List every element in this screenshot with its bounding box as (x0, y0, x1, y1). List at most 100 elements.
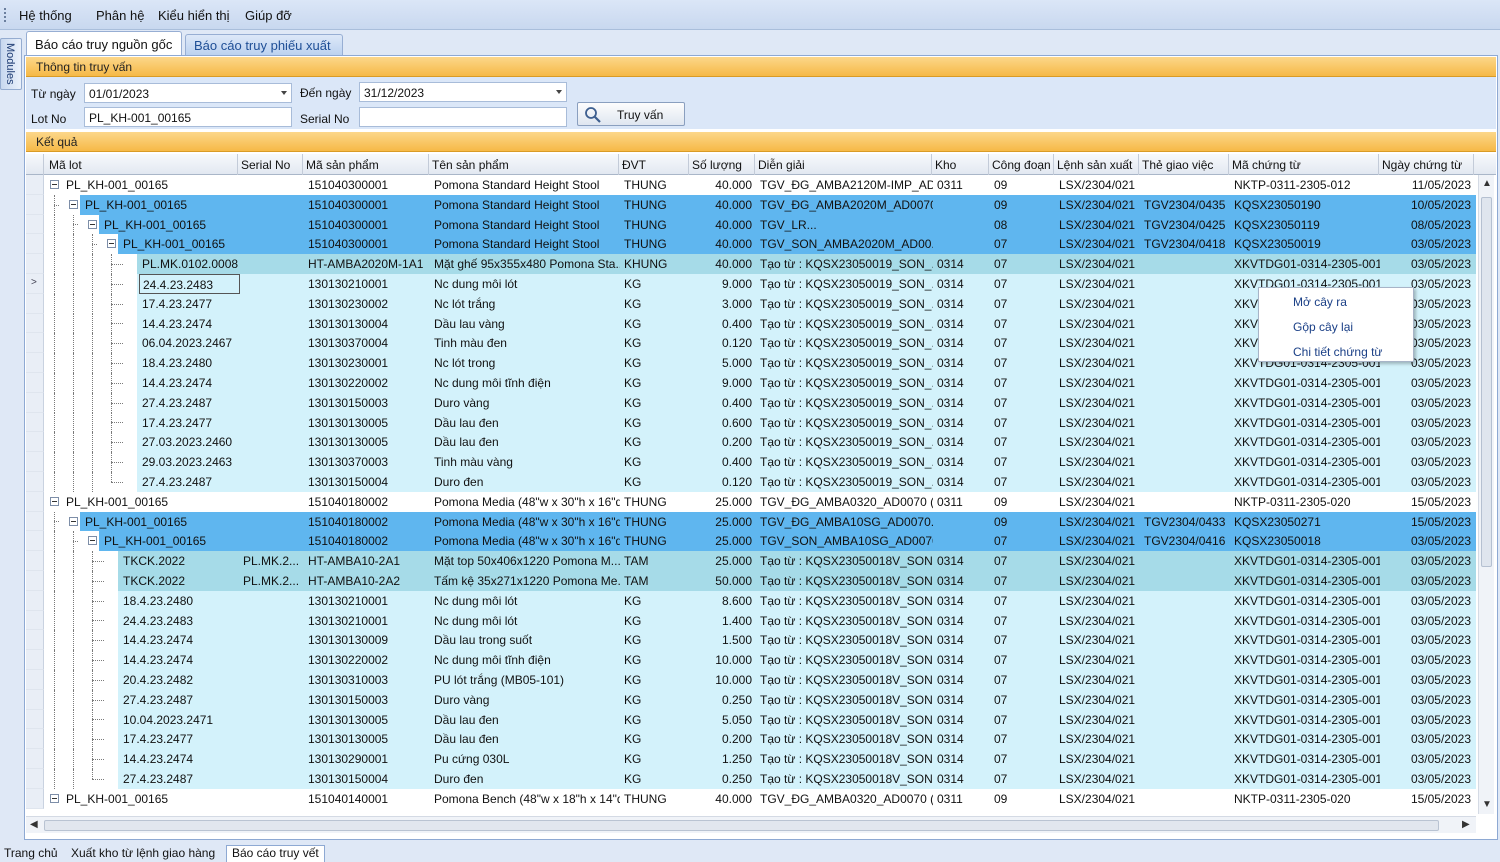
row-indicator[interactable]: > (26, 274, 44, 294)
table-cell[interactable]: 07 (991, 690, 1056, 710)
table-cell[interactable] (240, 531, 305, 551)
table-cell[interactable]: 14.4.23.2474 (120, 630, 240, 650)
table-row[interactable]: 17.4.23.2477 130130130005 Dầu lau đen KG 0.2… (26, 729, 1476, 750)
table-cell[interactable]: 130130220002 (305, 650, 431, 670)
table-cell[interactable]: 03/05/2023 (1381, 432, 1476, 452)
table-cell[interactable]: TAM (621, 551, 691, 571)
table-cell[interactable]: 0314 (934, 670, 991, 690)
table-cell[interactable]: PL.MK.2... (240, 551, 305, 571)
table-cell[interactable]: 25.000 (691, 531, 757, 551)
table-cell[interactable]: 07 (991, 452, 1056, 472)
table-cell[interactable]: Tạo từ : KQSX23050019_SON_... (757, 333, 934, 353)
table-cell[interactable]: LSX/2304/021 (1056, 571, 1141, 591)
tab-bao-cao-truy-nguon-goc[interactable]: Báo cáo truy nguồn gốc (26, 31, 182, 56)
table-cell[interactable]: Dầu lau đen (431, 710, 621, 730)
table-cell[interactable]: 0.200 (691, 432, 757, 452)
table-cell[interactable]: 1.250 (691, 749, 757, 769)
table-cell[interactable]: 29.03.2023.2463 (139, 452, 240, 472)
vertical-scroll-thumb[interactable] (1481, 197, 1492, 567)
table-cell[interactable] (240, 353, 305, 373)
table-row[interactable]: 20.4.23.2482 130130310003 PU lót trắng (MB… (26, 670, 1476, 690)
table-cell[interactable]: LSX/2304/021 (1056, 769, 1141, 789)
table-cell[interactable]: 03/05/2023 (1381, 690, 1476, 710)
table-cell[interactable]: 07 (991, 571, 1056, 591)
table-cell[interactable]: 17.4.23.2477 (139, 294, 240, 314)
table-cell[interactable]: Tạo từ : KQSX23050019_SON_... (757, 373, 934, 393)
chevron-down-icon[interactable] (281, 91, 287, 95)
table-cell[interactable]: LSX/2304/021 (1056, 472, 1141, 492)
table-cell[interactable]: 1.500 (691, 630, 757, 650)
table-cell[interactable] (1141, 314, 1231, 334)
table-cell[interactable]: 11/05/2023 (1381, 175, 1476, 195)
table-cell[interactable]: PL_KH-001_00165 (63, 789, 240, 809)
table-cell[interactable]: Dầu lau đen (431, 432, 621, 452)
table-cell[interactable] (1141, 393, 1231, 413)
table-cell[interactable]: KG (621, 314, 691, 334)
table-cell[interactable]: 08 (991, 215, 1056, 235)
table-cell[interactable]: 07 (991, 630, 1056, 650)
table-cell[interactable]: 151040180002 (305, 531, 431, 551)
table-cell[interactable]: TGV_ĐG_AMBA2020M_AD0070... (757, 195, 934, 215)
table-cell[interactable]: XKVTDG01-0314-2305-0010 (1231, 670, 1381, 690)
table-row[interactable]: PL_KH-001_00165 151040180002 Pomona Media … (26, 511, 1476, 532)
table-cell[interactable]: 09 (991, 512, 1056, 532)
table-cell[interactable]: LSX/2304/021 (1056, 512, 1141, 532)
table-cell[interactable] (240, 175, 305, 195)
table-cell[interactable]: 07 (991, 611, 1056, 631)
column-header[interactable]: Ngày chứng từ (1379, 154, 1474, 175)
table-cell[interactable] (240, 195, 305, 215)
table-cell[interactable]: 07 (991, 650, 1056, 670)
table-cell[interactable]: TKCK.2022 (120, 551, 240, 571)
table-cell[interactable]: XKVTDG01-0314-2305-0011 (1231, 254, 1381, 274)
table-cell[interactable]: Nc dung môi lót (431, 611, 621, 631)
table-row[interactable]: PL_KH-001_00165 151040300001 Pomona Standa… (26, 214, 1476, 235)
table-cell[interactable]: Tạo từ : KQSX23050019_SON_... (757, 472, 934, 492)
table-cell[interactable]: 130130210001 (305, 611, 431, 631)
table-cell[interactable]: PL_KH-001_00165 (120, 234, 240, 254)
table-cell[interactable]: TGV_ĐG_AMBA10SG_AD0070... (757, 512, 934, 532)
table-row[interactable]: 29.03.2023.2463 130130370003 Tinh màu vàng… (26, 452, 1476, 472)
table-cell[interactable]: Tạo từ : KQSX23050018V_SON... (757, 729, 934, 749)
table-cell[interactable]: LSX/2304/021 (1056, 749, 1141, 769)
table-cell[interactable] (240, 215, 305, 235)
table-cell[interactable]: 0.250 (691, 690, 757, 710)
table-cell[interactable]: 07 (991, 314, 1056, 334)
table-cell[interactable] (1141, 630, 1231, 650)
table-cell[interactable]: 40.000 (691, 234, 757, 254)
table-cell[interactable]: KHUNG (621, 254, 691, 274)
context-expand-tree[interactable]: Mở cây ra (1293, 295, 1347, 309)
table-cell[interactable]: LSX/2304/021 (1056, 314, 1141, 334)
table-cell[interactable]: 3.000 (691, 294, 757, 314)
table-cell[interactable] (1141, 373, 1231, 393)
table-cell[interactable]: LSX/2304/021 (1056, 591, 1141, 611)
table-cell[interactable]: THUNG (621, 234, 691, 254)
table-cell[interactable]: XKVTDG01-0314-2305-0011 (1231, 393, 1381, 413)
table-cell[interactable]: PU lót trắng (MB05-101) (431, 670, 621, 690)
table-cell[interactable]: 130130290001 (305, 749, 431, 769)
table-row[interactable]: 27.4.23.2487 130130150003 Duro vàng KG 0.250… (26, 689, 1476, 710)
table-cell[interactable]: 03/05/2023 (1381, 472, 1476, 492)
table-cell[interactable]: Pomona Bench (48"w x 18"h x 14"d) (431, 789, 621, 809)
bottom-tab-home[interactable]: Trang chủ (4, 846, 58, 860)
table-cell[interactable]: 0314 (934, 373, 991, 393)
table-cell[interactable]: THUNG (621, 512, 691, 532)
table-cell[interactable]: 07 (991, 373, 1056, 393)
table-cell[interactable]: LSX/2304/021 (1056, 452, 1141, 472)
table-cell[interactable]: 14.4.23.2474 (139, 314, 240, 334)
table-cell[interactable] (240, 294, 305, 314)
table-cell[interactable]: Tạo từ : KQSX23050018V_SON... (757, 690, 934, 710)
table-cell[interactable]: LSX/2304/021 (1056, 729, 1141, 749)
serial-no-input[interactable] (359, 107, 567, 127)
table-cell[interactable] (240, 611, 305, 631)
table-cell[interactable]: 03/05/2023 (1381, 749, 1476, 769)
table-cell[interactable]: 25.000 (691, 512, 757, 532)
table-row[interactable]: 27.4.23.2487 130130150004 Duro đen KG 0.120 T… (26, 472, 1476, 492)
table-cell[interactable]: LSX/2304/021 (1056, 531, 1141, 551)
table-cell[interactable]: XKVTDG01-0314-2305-0010 (1231, 690, 1381, 710)
row-indicator[interactable] (26, 630, 44, 651)
table-cell[interactable]: Tạo từ : KQSX23050019_SON_... (757, 314, 934, 334)
scroll-right-icon[interactable]: ▶ (1462, 819, 1470, 830)
table-cell[interactable] (240, 432, 305, 452)
table-cell[interactable] (1141, 413, 1231, 433)
table-cell[interactable]: 25.000 (691, 551, 757, 571)
